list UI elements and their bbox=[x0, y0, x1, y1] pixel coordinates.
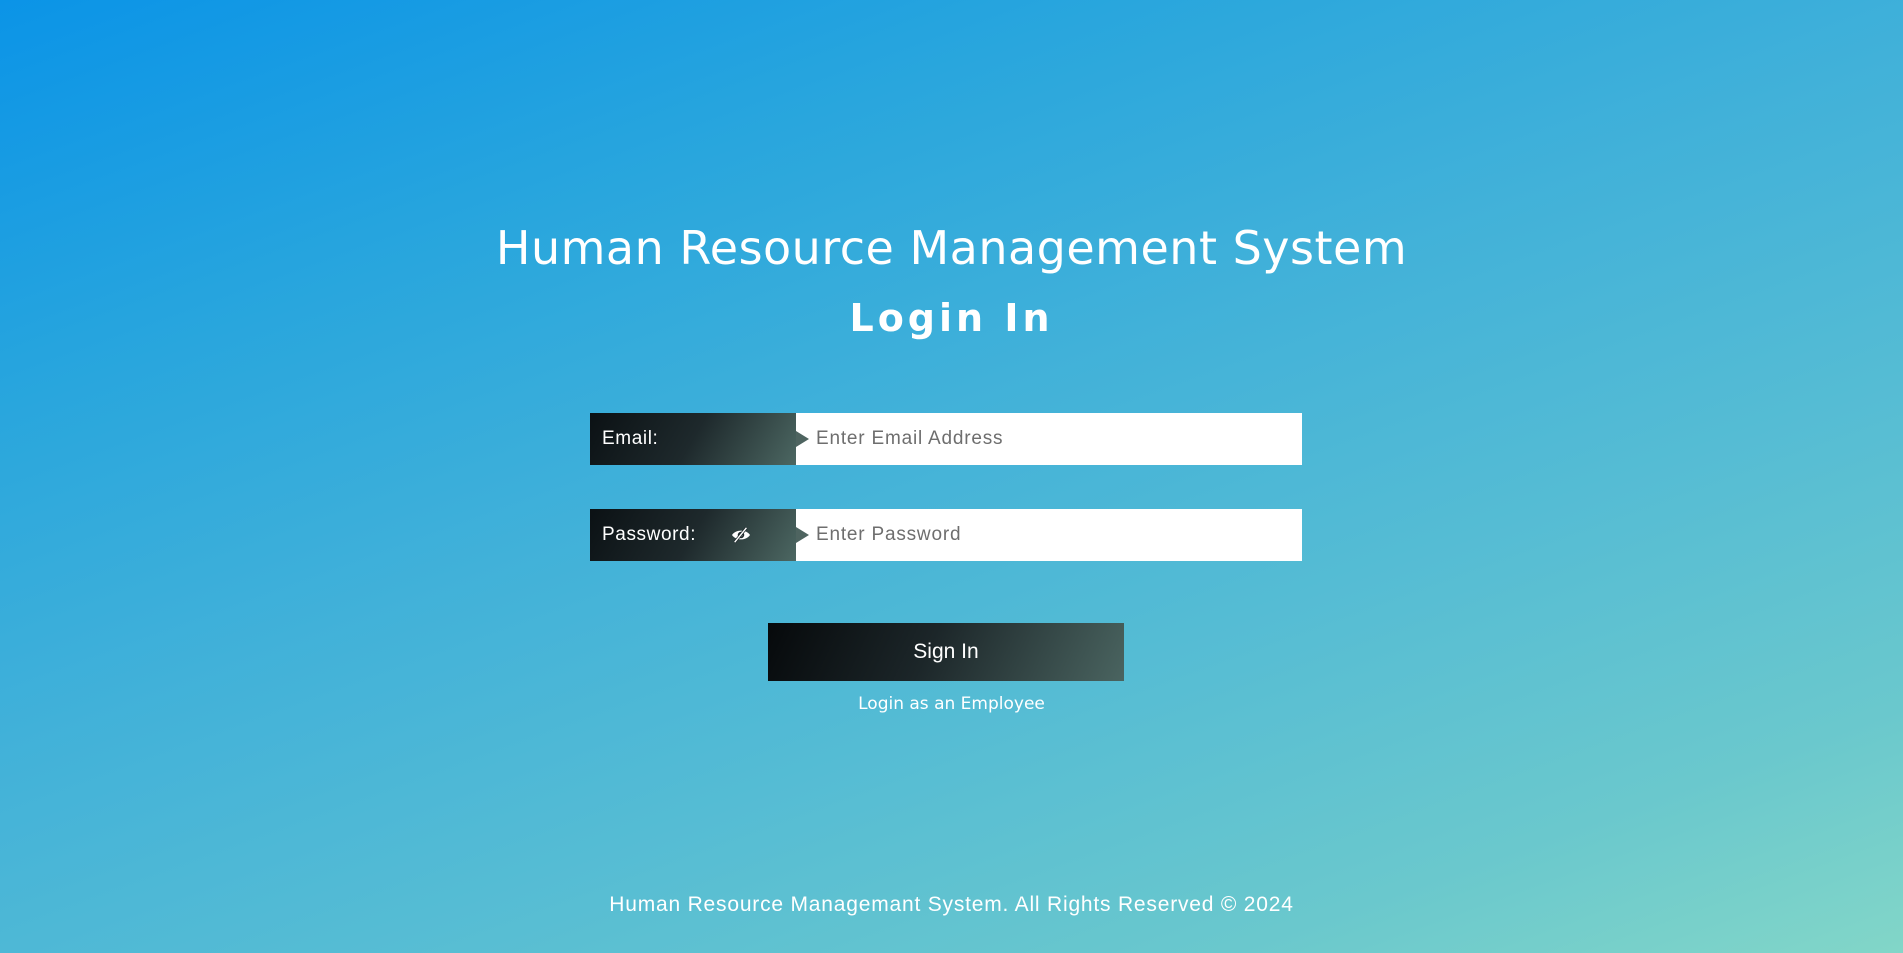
email-label: Email: bbox=[590, 413, 796, 465]
arrow-right-icon bbox=[796, 527, 809, 543]
email-label-text: Email: bbox=[602, 428, 659, 449]
email-row: Email: bbox=[590, 413, 1302, 465]
password-input[interactable] bbox=[796, 509, 1302, 561]
password-label: Password: bbox=[590, 509, 796, 561]
email-input[interactable] bbox=[796, 413, 1302, 465]
arrow-right-icon bbox=[796, 431, 809, 447]
login-as-employee-link[interactable]: Login as an Employee bbox=[0, 691, 1903, 717]
app-title: Human Resource Management System bbox=[495, 221, 1408, 275]
email-input-wrap bbox=[796, 413, 1302, 465]
password-row: Password: bbox=[590, 509, 1302, 561]
login-page: Human Resource Management System Login I… bbox=[0, 0, 1903, 953]
login-heading: Login In bbox=[849, 296, 1054, 340]
password-label-text: Password: bbox=[602, 524, 697, 545]
footer-copyright: Human Resource Managemant System. All Ri… bbox=[609, 893, 1294, 916]
eye-slash-icon[interactable] bbox=[730, 526, 752, 544]
password-input-wrap bbox=[796, 509, 1302, 561]
sign-in-button[interactable]: Sign In bbox=[768, 623, 1124, 681]
